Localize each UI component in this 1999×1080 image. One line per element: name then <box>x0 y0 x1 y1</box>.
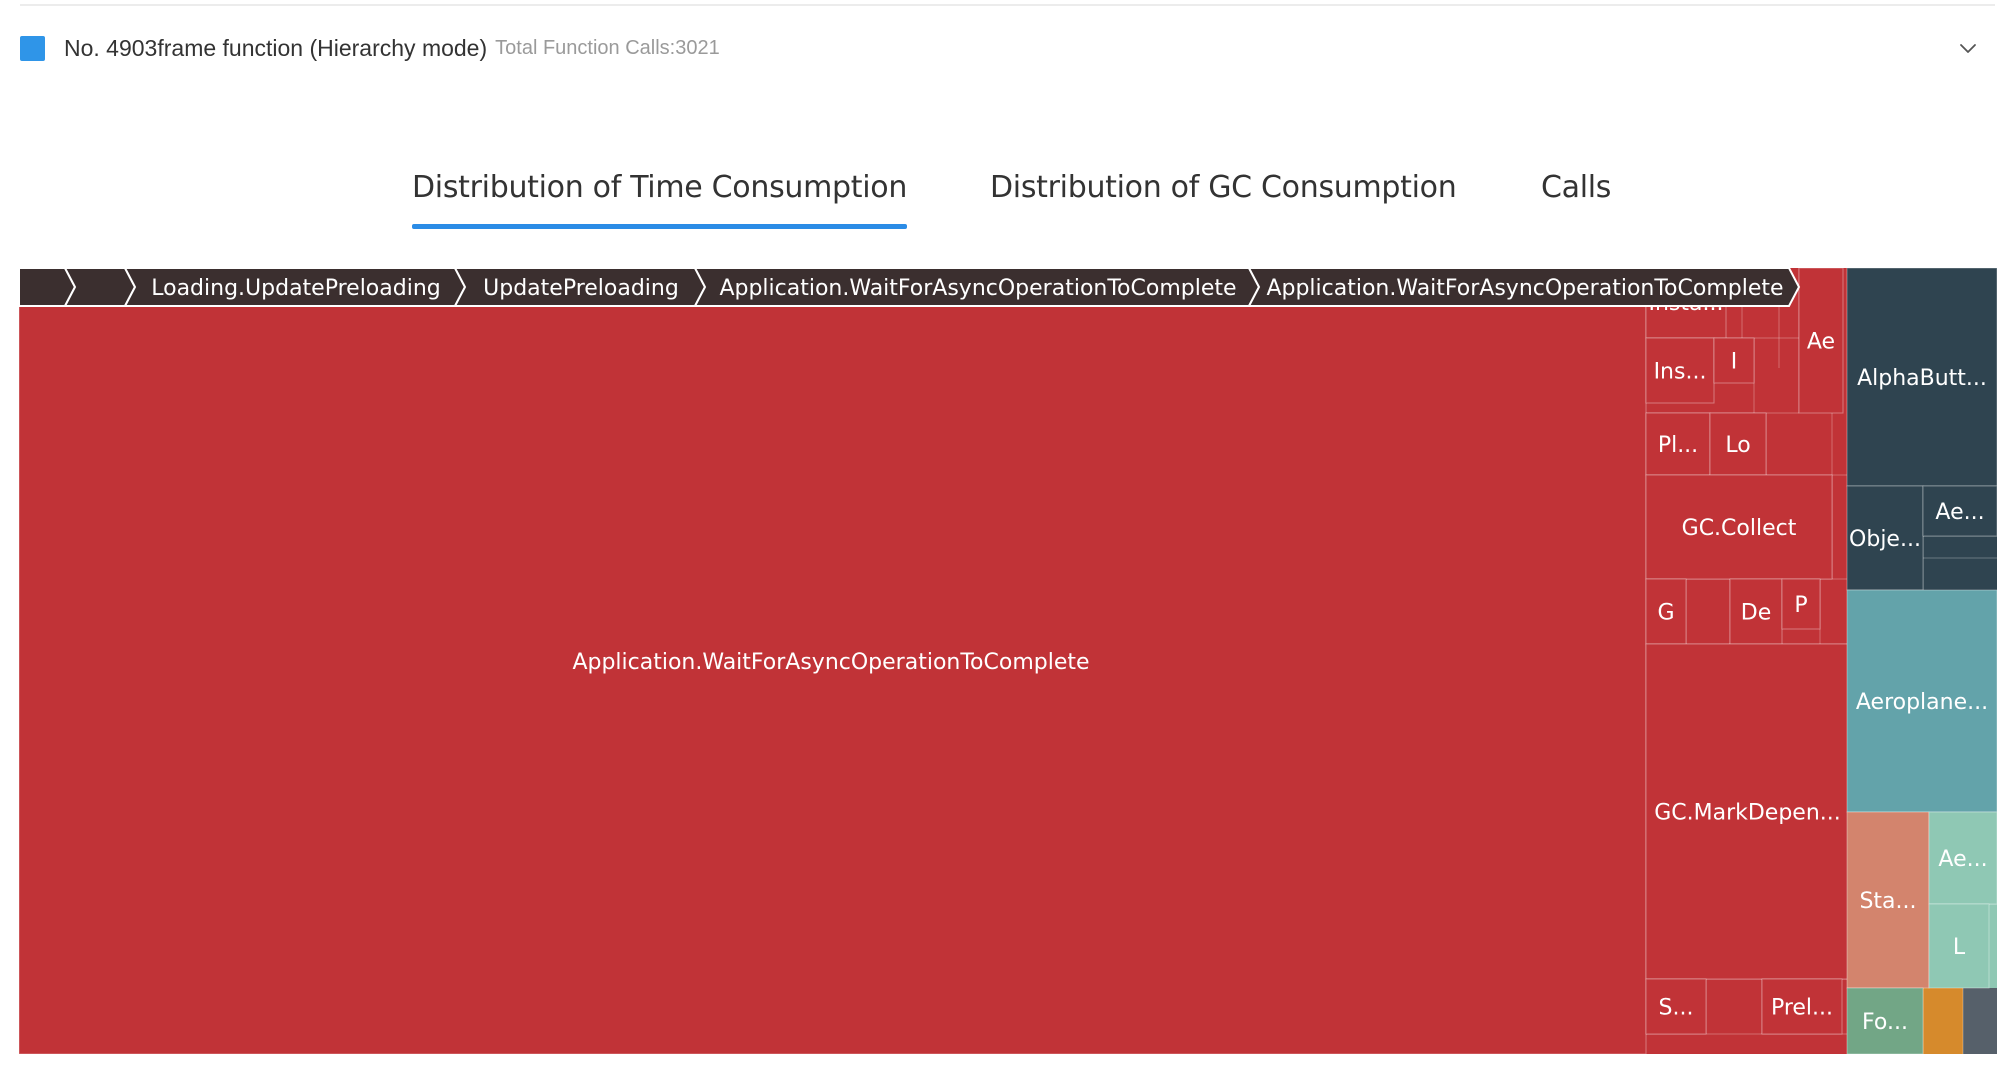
treemap-cell-label: Obje... <box>1849 527 1921 552</box>
treemap-cell-label: AlphaButt... <box>1857 366 1987 391</box>
treemap-group-bg <box>1923 988 1963 1054</box>
chevron-down-icon[interactable] <box>1956 36 1980 60</box>
treemap-cell-label: De <box>1741 601 1771 626</box>
treemap-cell-label: Aeroplane... <box>1856 690 1988 715</box>
breadcrumb-label: Application.WaitForAsyncOperationToCompl… <box>1266 276 1783 301</box>
treemap-cell-label: P <box>1794 593 1807 618</box>
breadcrumb-item[interactable] <box>63 268 137 307</box>
tab-time-consumption[interactable]: Distribution of Time Consumption <box>412 162 907 230</box>
treemap-cell-label: Ae <box>1807 330 1835 355</box>
total-calls: Total Function Calls:3021 <box>495 36 720 59</box>
treemap-cell-label: Application.WaitForAsyncOperationToCompl… <box>572 650 1089 675</box>
active-tab-indicator <box>412 224 908 229</box>
treemap-cell-label: G <box>1657 601 1674 626</box>
frame-header: No. 4903frame function (Hierarchy mode) … <box>20 28 1980 68</box>
treemap-cell-label: Ins... <box>1654 360 1707 385</box>
treemap-cell-label: I <box>1731 350 1738 375</box>
tab-bar: Distribution of Time Consumption Distrib… <box>0 162 1999 234</box>
treemap-cell-label: Ae... <box>1935 500 1984 525</box>
breadcrumb-label: Application.WaitForAsyncOperationToCompl… <box>719 276 1236 301</box>
treemap-cell-label: L <box>1953 935 1966 960</box>
breadcrumb-label: Loading.UpdatePreloading <box>151 276 440 301</box>
tab-calls[interactable]: Calls <box>1541 162 1611 230</box>
treemap-cell-label: Lo <box>1725 433 1750 458</box>
frame-title: No. 4903frame function (Hierarchy mode) <box>64 34 488 61</box>
legend-square <box>20 35 45 61</box>
treemap-cell-label: Ae... <box>1938 847 1987 872</box>
top-divider <box>20 4 1995 6</box>
treemap-cell-label: Fo... <box>1862 1010 1908 1035</box>
breadcrumb-label: UpdatePreloading <box>483 276 679 301</box>
treemap-cell-label: GC.Collect <box>1682 516 1797 541</box>
treemap-cell-label: Prel... <box>1771 996 1833 1021</box>
treemap-cell-label: Sta... <box>1859 889 1916 914</box>
treemap-svg: Application.WaitForAsyncOperationToCompl… <box>19 268 1997 1054</box>
treemap-group-bg <box>1963 988 1997 1054</box>
treemap-cell-label: S... <box>1659 996 1694 1021</box>
treemap-cell-label: GC.MarkDepen... <box>1654 801 1841 826</box>
tab-gc-consumption[interactable]: Distribution of GC Consumption <box>990 162 1457 230</box>
treemap-chart: Application.WaitForAsyncOperationToCompl… <box>19 268 1997 1054</box>
breadcrumb-item[interactable] <box>19 268 77 307</box>
treemap-cell-label: Pl... <box>1658 433 1698 458</box>
